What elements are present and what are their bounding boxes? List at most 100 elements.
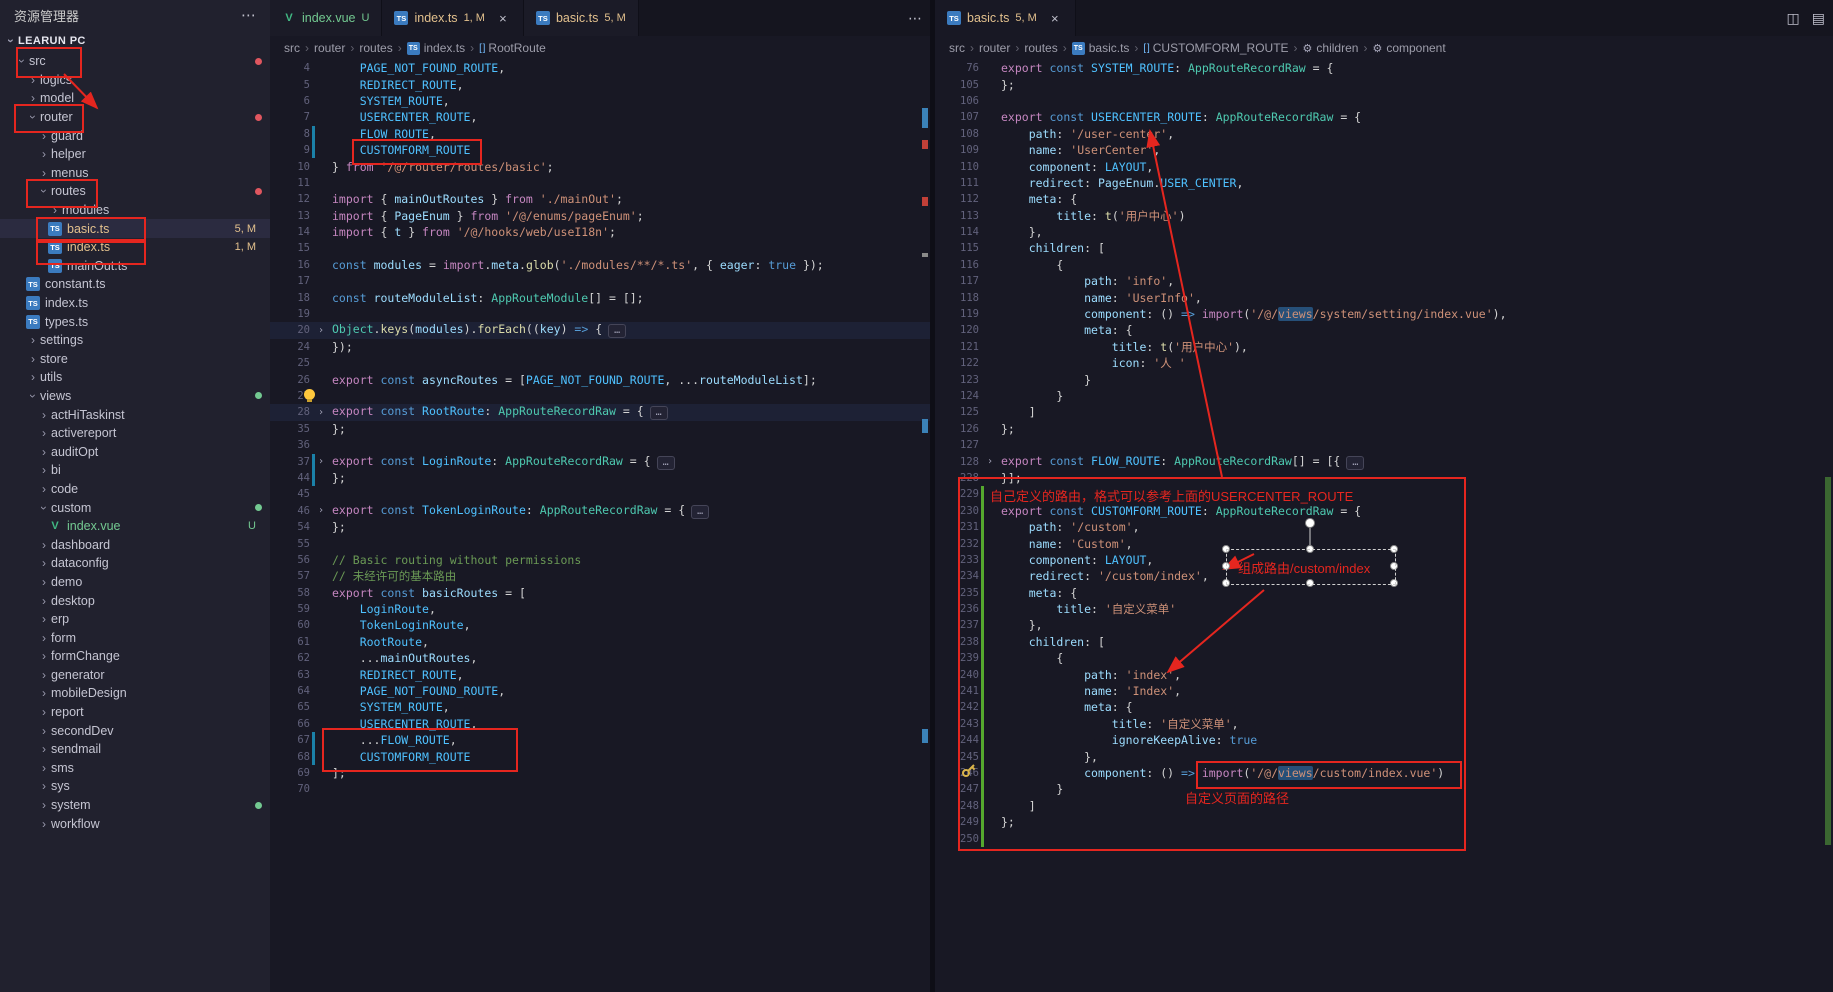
- tree-item-system[interactable]: ›system: [0, 796, 270, 815]
- tree-item-dashboard[interactable]: ›dashboard: [0, 535, 270, 554]
- code-line-246[interactable]: 246 component: () => import('/@/views/cu…: [935, 765, 1833, 781]
- code-line-238[interactable]: 238 children: [: [935, 634, 1833, 650]
- code-line-229[interactable]: 229: [935, 486, 1833, 502]
- code-line-240[interactable]: 240 path: 'index',: [935, 666, 1833, 682]
- code-line-11[interactable]: 11: [270, 175, 930, 191]
- tab-index-ts[interactable]: TS index.ts 1, M ×: [382, 0, 524, 36]
- code-line-244[interactable]: 244 ignoreKeepAlive: true: [935, 732, 1833, 748]
- code-line-239[interactable]: 239 {: [935, 650, 1833, 666]
- code-line-114[interactable]: 114 },: [935, 224, 1833, 240]
- code-line-234[interactable]: 234 redirect: '/custom/index',: [935, 568, 1833, 584]
- tree-item-helper[interactable]: ›helper: [0, 145, 270, 164]
- code-line-60[interactable]: 60 TokenLoginRoute,: [270, 617, 930, 633]
- code-line-44[interactable]: 44};: [270, 470, 930, 486]
- tree-item-desktop[interactable]: ›desktop: [0, 591, 270, 610]
- code-line-242[interactable]: 242 meta: {: [935, 699, 1833, 715]
- code-line-46[interactable]: 46›export const TokenLoginRoute: AppRout…: [270, 503, 930, 519]
- tree-item-index-ts[interactable]: TSindex.ts1, M: [0, 238, 270, 257]
- breadcrumb-item[interactable]: routes: [359, 41, 392, 55]
- code-line-126[interactable]: 126};: [935, 421, 1833, 437]
- code-line-27[interactable]: 27: [270, 388, 930, 404]
- explorer-more-icon[interactable]: ⋯: [241, 6, 256, 24]
- tree-item-router[interactable]: ›router: [0, 108, 270, 127]
- tree-item-types-ts[interactable]: TStypes.ts: [0, 312, 270, 331]
- code-line-122[interactable]: 122 icon: '人 ': [935, 355, 1833, 371]
- tree-item-guard[interactable]: ›guard: [0, 126, 270, 145]
- code-line-4[interactable]: 4 PAGE_NOT_FOUND_ROUTE,: [270, 60, 930, 76]
- code-line-8[interactable]: 8 FLOW_ROUTE,: [270, 126, 930, 142]
- code-line-232[interactable]: 232 name: 'Custom',: [935, 535, 1833, 551]
- tree-item-generator[interactable]: ›generator: [0, 666, 270, 685]
- code-line-110[interactable]: 110 component: LAYOUT,: [935, 158, 1833, 174]
- breadcrumb-item[interactable]: src: [949, 41, 965, 55]
- breadcrumb-item[interactable]: ⚙component: [1372, 41, 1445, 55]
- tree-item-modules[interactable]: ›modules: [0, 201, 270, 220]
- code-line-243[interactable]: 243 title: '自定义菜单',: [935, 716, 1833, 732]
- tree-item-dataconfig[interactable]: ›dataconfig: [0, 554, 270, 573]
- tree-item-auditopt[interactable]: ›auditOpt: [0, 442, 270, 461]
- code-line-106[interactable]: 106: [935, 93, 1833, 109]
- code-line-228[interactable]: 228}];: [935, 470, 1833, 486]
- split-editor-icon[interactable]: ◫: [1787, 10, 1800, 27]
- tree-item-sms[interactable]: ›sms: [0, 759, 270, 778]
- code-line-65[interactable]: 65 SYSTEM_ROUTE,: [270, 699, 930, 715]
- code-line-45[interactable]: 45: [270, 486, 930, 502]
- tab-basic-ts-right[interactable]: TS basic.ts 5, M ×: [935, 0, 1076, 36]
- code-line-233[interactable]: 233 component: LAYOUT,: [935, 552, 1833, 568]
- tree-item-acthitaskinst[interactable]: ›actHiTaskinst: [0, 405, 270, 424]
- code-line-6[interactable]: 6 SYSTEM_ROUTE,: [270, 93, 930, 109]
- tree-item-seconddev[interactable]: ›secondDev: [0, 721, 270, 740]
- code-line-125[interactable]: 125 ]: [935, 404, 1833, 420]
- code-line-64[interactable]: 64 PAGE_NOT_FOUND_ROUTE,: [270, 683, 930, 699]
- code-line-58[interactable]: 58export const basicRoutes = [: [270, 585, 930, 601]
- code-line-119[interactable]: 119 component: () => import('/@/views/sy…: [935, 306, 1833, 322]
- code-line-13[interactable]: 13import { PageEnum } from '/@/enums/pag…: [270, 208, 930, 224]
- breadcrumb-item[interactable]: ⚙children: [1303, 41, 1359, 55]
- code-line-245[interactable]: 245 },: [935, 748, 1833, 764]
- code-line-16[interactable]: 16const modules = import.meta.glob('./mo…: [270, 257, 930, 273]
- code-editor-left[interactable]: 4 PAGE_NOT_FOUND_ROUTE,5 REDIRECT_ROUTE,…: [270, 60, 930, 992]
- workspace-section-header[interactable]: › LEARUN PC: [0, 30, 270, 52]
- editor-layout-icon[interactable]: ▤: [1812, 10, 1825, 27]
- breadcrumb-item[interactable]: router: [979, 41, 1010, 55]
- code-line-247[interactable]: 247 }: [935, 781, 1833, 797]
- code-line-236[interactable]: 236 title: '自定义菜单': [935, 601, 1833, 617]
- breadcrumb-item[interactable]: TSbasic.ts: [1072, 41, 1130, 55]
- tree-item-mobiledesign[interactable]: ›mobileDesign: [0, 684, 270, 703]
- code-line-109[interactable]: 109 name: 'UserCenter',: [935, 142, 1833, 158]
- code-line-9[interactable]: 9 CUSTOMFORM_ROUTE: [270, 142, 930, 158]
- code-line-14[interactable]: 14import { t } from '/@/hooks/web/useI18…: [270, 224, 930, 240]
- code-line-61[interactable]: 61 RootRoute,: [270, 634, 930, 650]
- tab-index-vue[interactable]: V index.vue U: [270, 0, 382, 36]
- code-line-36[interactable]: 36: [270, 437, 930, 453]
- code-line-250[interactable]: 250: [935, 830, 1833, 846]
- code-line-18[interactable]: 18const routeModuleList: AppRouteModule[…: [270, 289, 930, 305]
- code-line-54[interactable]: 54};: [270, 519, 930, 535]
- tree-item-custom[interactable]: ›custom: [0, 498, 270, 517]
- code-line-37[interactable]: 37›export const LoginRoute: AppRouteReco…: [270, 453, 930, 469]
- code-line-20[interactable]: 20›Object.keys(modules).forEach((key) =>…: [270, 322, 930, 338]
- tree-item-views[interactable]: ›views: [0, 387, 270, 406]
- code-line-55[interactable]: 55: [270, 535, 930, 551]
- tree-item-activereport[interactable]: ›activereport: [0, 424, 270, 443]
- code-line-70[interactable]: 70: [270, 781, 930, 797]
- code-line-115[interactable]: 115 children: [: [935, 240, 1833, 256]
- code-line-26[interactable]: 26export const asyncRoutes = [PAGE_NOT_F…: [270, 371, 930, 387]
- tree-item-report[interactable]: ›report: [0, 703, 270, 722]
- tree-item-bi[interactable]: ›bi: [0, 461, 270, 480]
- breadcrumb-item[interactable]: TSindex.ts: [407, 41, 465, 55]
- code-line-5[interactable]: 5 REDIRECT_ROUTE,: [270, 76, 930, 92]
- code-line-7[interactable]: 7 USERCENTER_ROUTE,: [270, 109, 930, 125]
- code-line-118[interactable]: 118 name: 'UserInfo',: [935, 289, 1833, 305]
- tree-item-formchange[interactable]: ›formChange: [0, 647, 270, 666]
- code-line-128[interactable]: 128›export const FLOW_ROUTE: AppRouteRec…: [935, 453, 1833, 469]
- code-line-10[interactable]: 10} from '/@/router/routes/basic';: [270, 158, 930, 174]
- code-line-19[interactable]: 19: [270, 306, 930, 322]
- code-line-35[interactable]: 35};: [270, 421, 930, 437]
- code-line-241[interactable]: 241 name: 'Index',: [935, 683, 1833, 699]
- breadcrumb-item[interactable]: src: [284, 41, 300, 55]
- tree-item-mainout-ts[interactable]: TSmainOut.ts: [0, 257, 270, 276]
- tree-item-model[interactable]: ›model: [0, 89, 270, 108]
- tree-item-utils[interactable]: ›utils: [0, 368, 270, 387]
- breadcrumb-item[interactable]: [ ]RootRoute: [479, 41, 546, 55]
